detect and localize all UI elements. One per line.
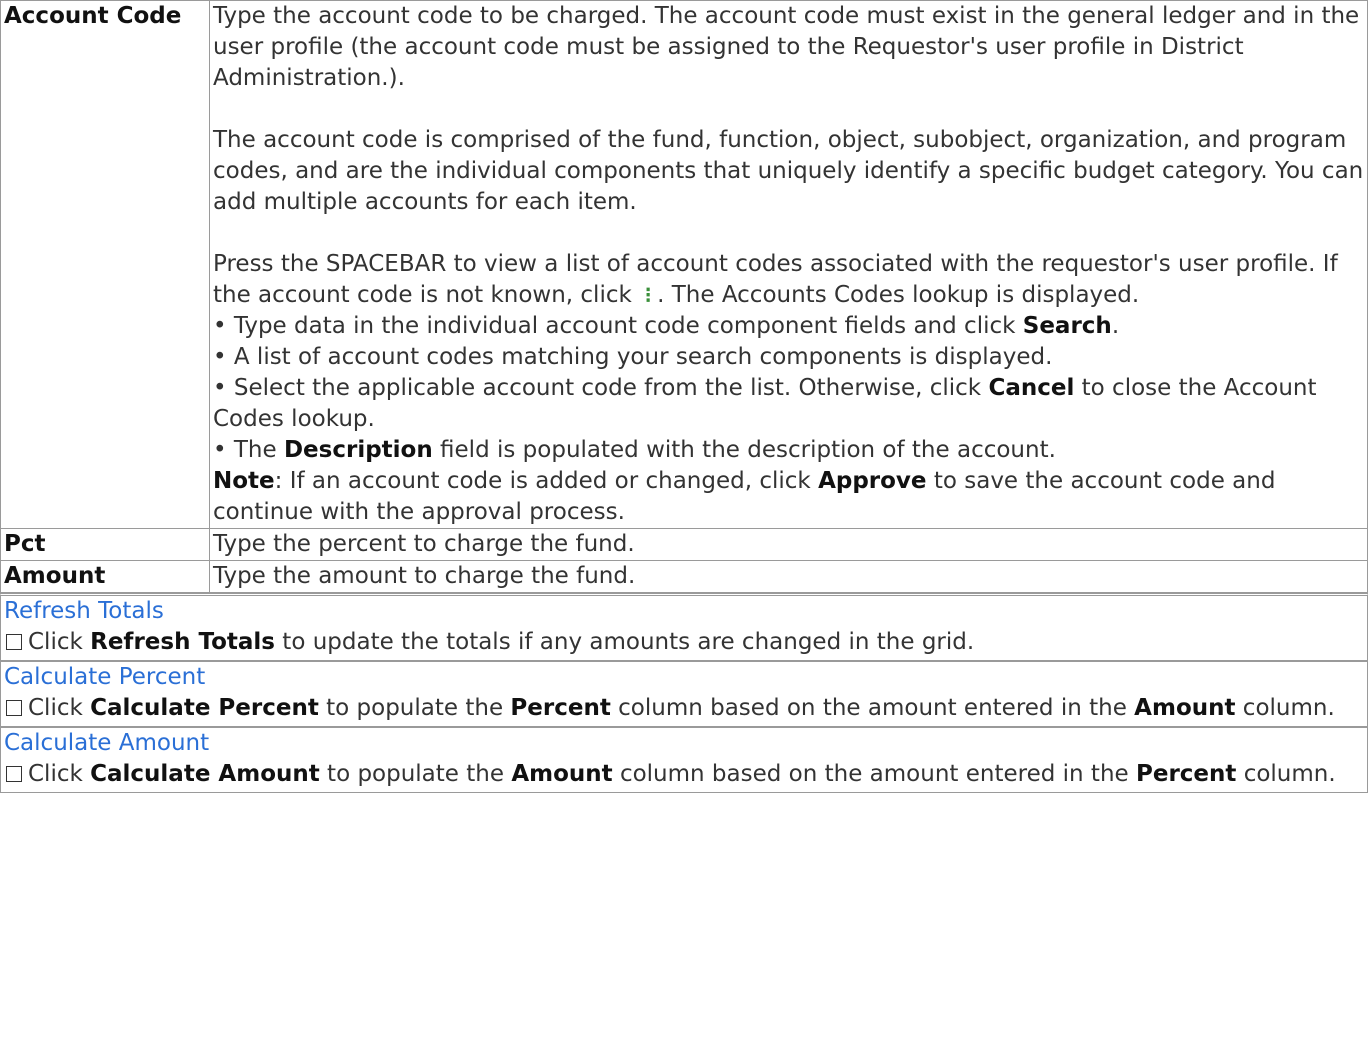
field-desc-amount: Type the amount to charge the fund. xyxy=(209,560,1368,593)
checkbox-icon xyxy=(6,766,22,782)
calculate-amount-link[interactable]: Calculate Amount xyxy=(4,730,209,756)
field-desc-pct: Type the percent to charge the fund. xyxy=(209,528,1368,561)
calculate-percent-link[interactable]: Calculate Percent xyxy=(4,664,205,690)
calculate-amount-box: Calculate Amount Click Calculate Amount … xyxy=(0,727,1368,793)
bullet-item: • Type data in the individual account co… xyxy=(213,313,1120,339)
help-document: Account Code Type the account code to be… xyxy=(0,0,1368,793)
calculate-amount-desc: Click Calculate Amount to populate the A… xyxy=(4,759,1364,790)
checkbox-icon xyxy=(6,634,22,650)
paragraph: Press the SPACEBAR to view a list of acc… xyxy=(213,249,1364,311)
field-label-amount: Amount xyxy=(0,560,210,593)
field-label-pct: Pct xyxy=(0,528,210,561)
field-label-account-code: Account Code xyxy=(0,0,210,529)
vertical-ellipsis-icon[interactable]: ⋮ xyxy=(639,280,657,311)
field-table: Account Code Type the account code to be… xyxy=(0,0,1368,593)
table-row: Account Code Type the account code to be… xyxy=(0,0,1368,529)
refresh-totals-box: Refresh Totals Click Refresh Totals to u… xyxy=(0,593,1368,661)
refresh-totals-link[interactable]: Refresh Totals xyxy=(4,598,164,624)
table-row: Pct Type the percent to charge the fund. xyxy=(0,528,1368,561)
table-row: Amount Type the amount to charge the fun… xyxy=(0,560,1368,593)
checkbox-icon xyxy=(6,700,22,716)
bullet-item: • A list of account codes matching your … xyxy=(213,344,1053,370)
field-desc-account-code: Type the account code to be charged. The… xyxy=(209,0,1368,529)
note: Note: If an account code is added or cha… xyxy=(213,468,1276,525)
bullet-item: • The Description field is populated wit… xyxy=(213,437,1056,463)
calculate-percent-desc: Click Calculate Percent to populate the … xyxy=(4,693,1364,724)
calculate-percent-box: Calculate Percent Click Calculate Percen… xyxy=(0,661,1368,727)
paragraph: Type the account code to be charged. The… xyxy=(213,3,1360,91)
bullet-item: • Select the applicable account code fro… xyxy=(213,375,1317,432)
refresh-totals-desc: Click Refresh Totals to update the total… xyxy=(4,627,1364,658)
paragraph: The account code is comprised of the fun… xyxy=(213,127,1364,215)
